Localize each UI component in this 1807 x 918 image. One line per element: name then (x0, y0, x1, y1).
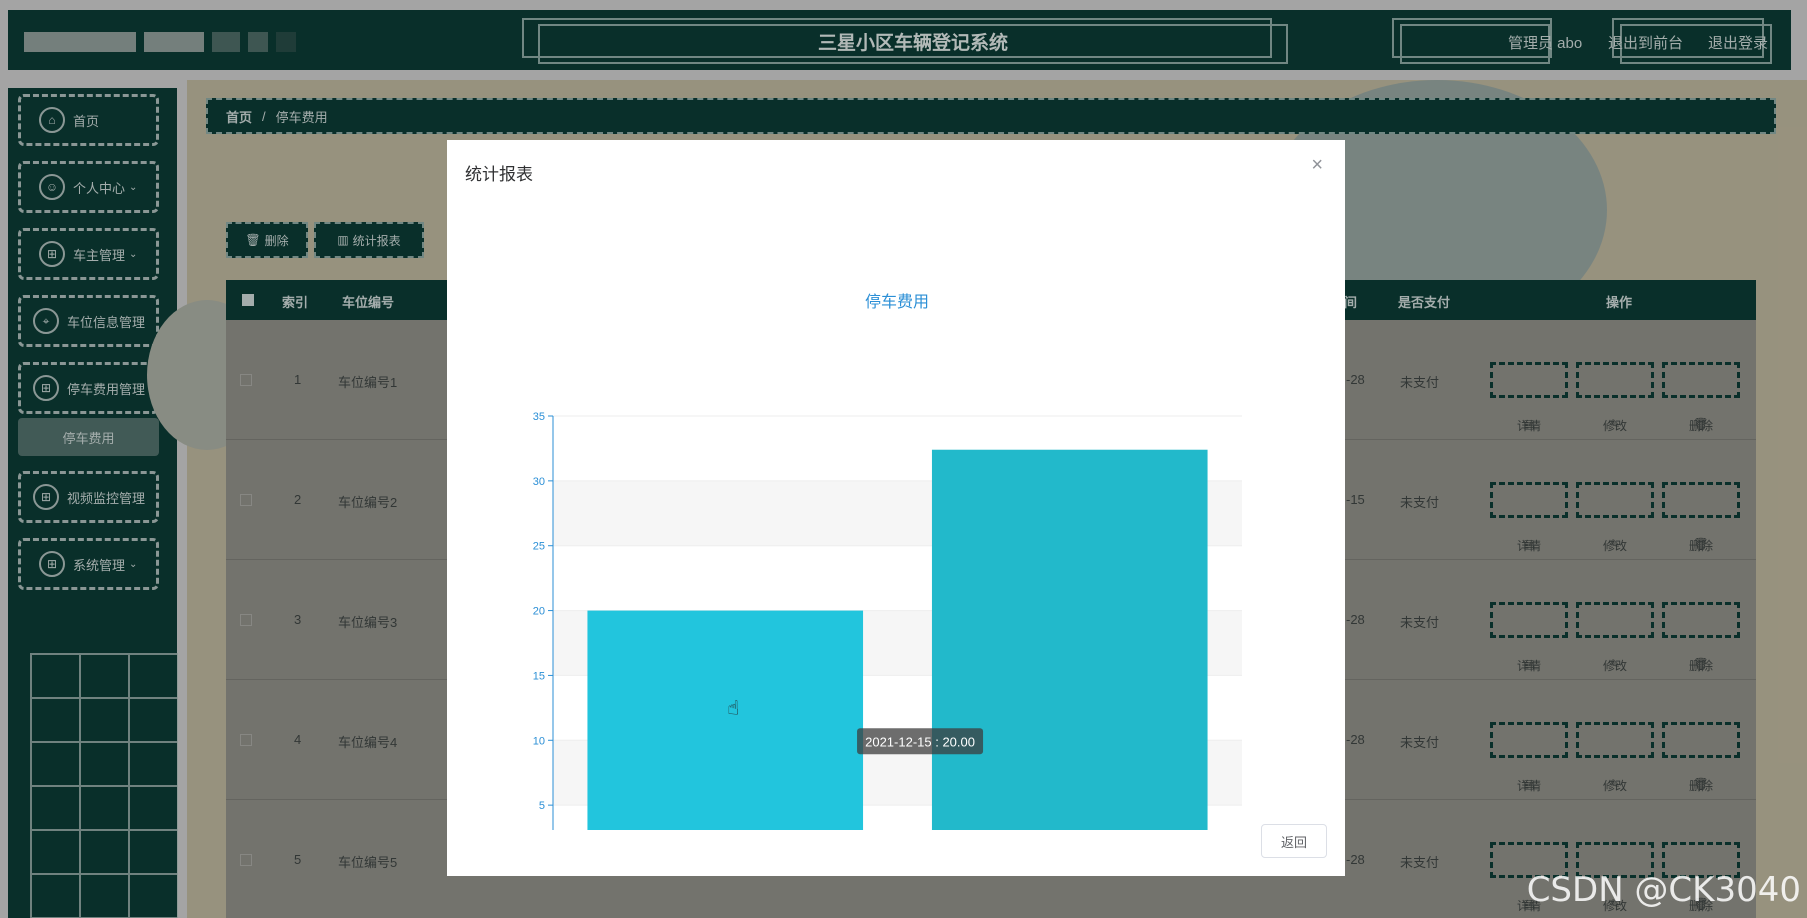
y-tick-label: 5 (539, 800, 545, 812)
back-button[interactable]: 返回 (1261, 824, 1327, 858)
close-icon[interactable]: × (1311, 154, 1323, 177)
dialog-title: 统计报表 (465, 165, 533, 184)
bar (587, 610, 864, 830)
tooltip-text: 2021-12-15 : 20.00 (865, 734, 975, 749)
y-tick-label: 10 (533, 735, 545, 747)
y-tick-label: 15 (533, 670, 545, 682)
y-tick-label: 35 (533, 411, 545, 423)
hand-cursor-icon: ☝ (727, 696, 739, 720)
y-tick-label: 25 (533, 541, 545, 553)
stats-dialog: 统计报表 × 停车费用051015202530352021-12-152021-… (447, 140, 1345, 876)
y-tick-label: 20 (533, 606, 545, 618)
chart-title: 停车费用 (865, 293, 929, 311)
bar-chart: 停车费用051015202530352021-12-152021-12-2820… (533, 293, 1242, 830)
y-tick-label: 30 (533, 476, 545, 488)
bar (931, 449, 1208, 830)
watermark: CSDN @CK3040 (1526, 870, 1801, 910)
